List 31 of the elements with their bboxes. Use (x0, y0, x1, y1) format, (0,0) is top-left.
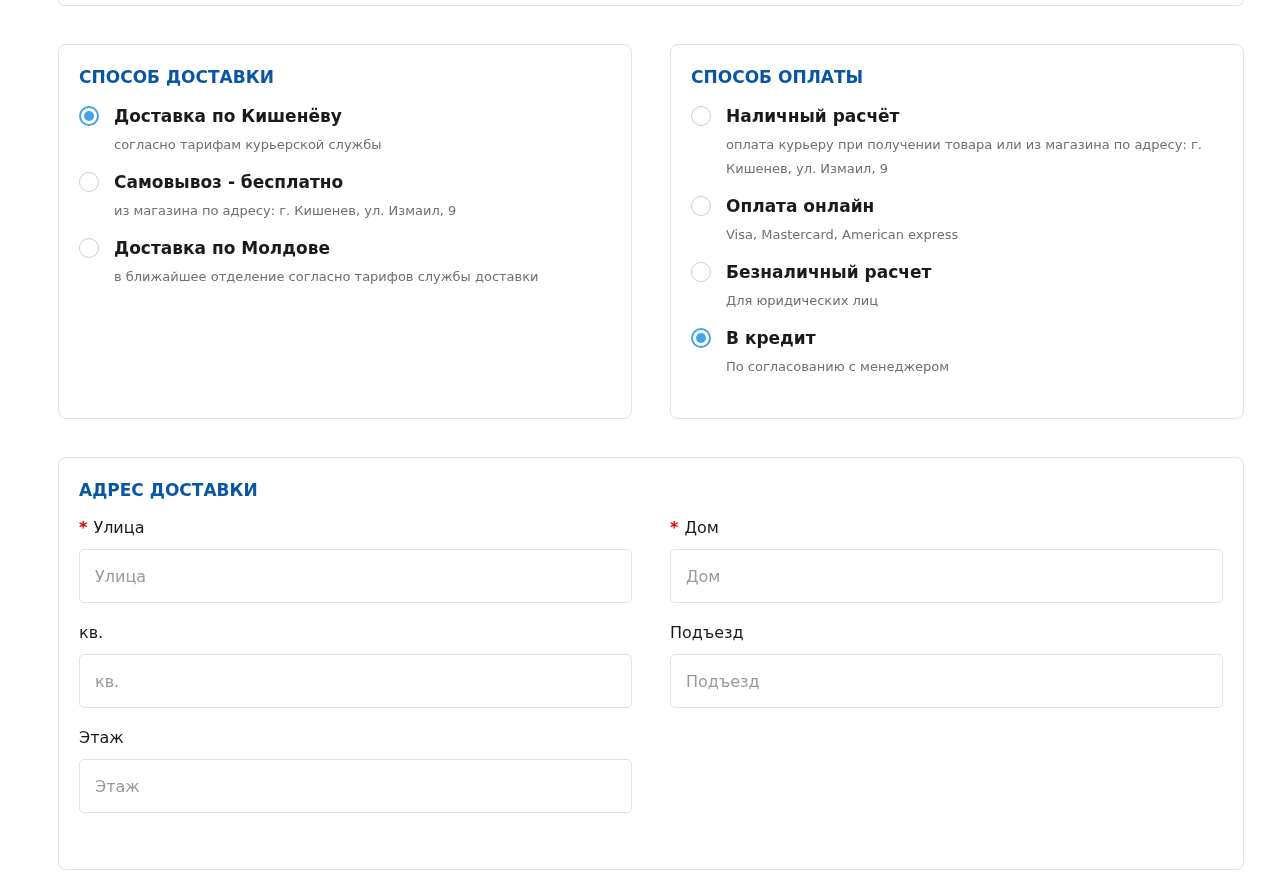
input-field[interactable]: Улица (79, 549, 632, 603)
input-field[interactable]: Дом (670, 549, 1223, 603)
option-description: в ближайшее отделение согласно тарифов службы доставки (114, 268, 539, 286)
field-label: кв. (79, 623, 104, 642)
option-description: оплата курьеру при получении товара или из магазина по адресу: г. Кишенев, ул. Измаил, 9 (726, 136, 1203, 178)
option-label[interactable]: Оплата онлайн (726, 195, 959, 217)
field-label: Этаж (79, 728, 124, 747)
field-label: Подъезд (670, 623, 744, 642)
field-label: Улица (93, 518, 145, 537)
option-label[interactable]: Наличный расчёт (726, 105, 1223, 127)
section-title: АДРЕС ДОСТАВКИ (79, 480, 259, 500)
option-description: из магазина по адресу: г. Кишенев, ул. Измаил, 9 (114, 202, 457, 220)
option-label[interactable]: Самовывоз - бесплатно (114, 171, 457, 193)
input-field[interactable]: Этаж (79, 759, 632, 813)
required-mark: * (670, 518, 679, 537)
option-label[interactable]: Доставка по Молдове (114, 237, 539, 259)
radio-button[interactable] (691, 328, 711, 348)
option-label[interactable]: Доставка по Кишенёву (114, 105, 382, 127)
input-field[interactable]: кв. (79, 654, 632, 708)
section-title: СПОСОБ ДОСТАВКИ (79, 67, 275, 87)
radio-button[interactable] (79, 106, 99, 126)
input-field[interactable]: Подъезд (670, 654, 1223, 708)
option-description: По согласованию с менеджером (726, 358, 950, 376)
option-label[interactable]: Безналичный расчет (726, 261, 932, 283)
option-label[interactable]: В кредит (726, 327, 950, 349)
field-label: Дом (684, 518, 719, 537)
section-title: СПОСОБ ОПЛАТЫ (691, 67, 865, 87)
option-description: Для юридических лиц (726, 292, 880, 310)
required-mark: * (79, 518, 88, 537)
option-description: согласно тарифам курьерской службы (114, 136, 382, 154)
option-description: Visa, Mastercard, American express (726, 226, 959, 244)
